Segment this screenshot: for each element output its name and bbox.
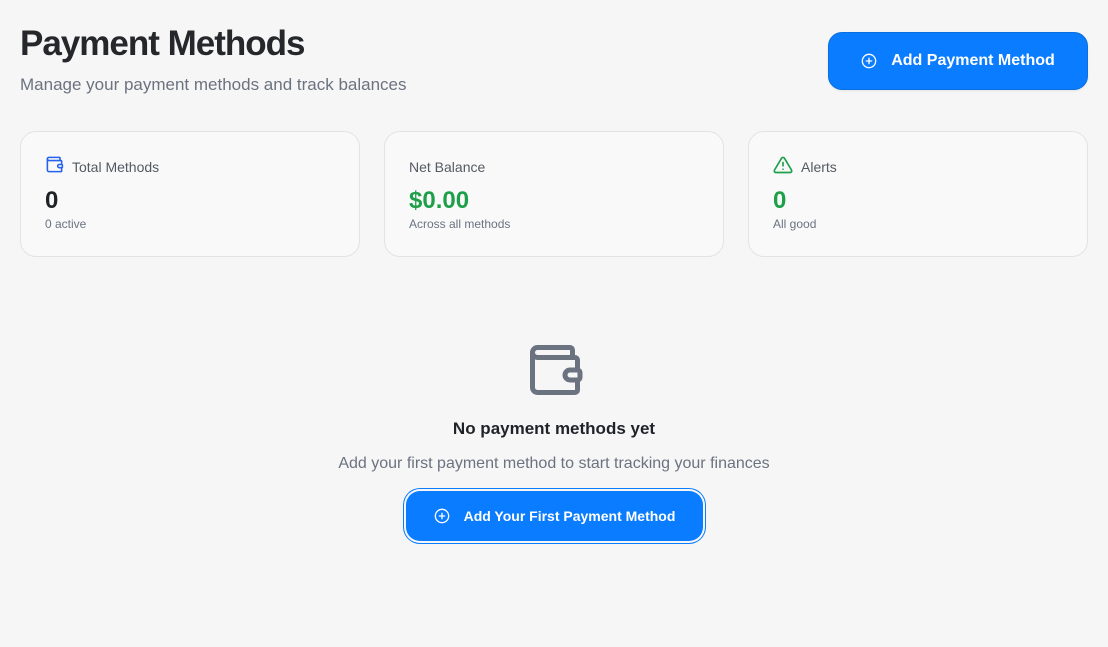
add-payment-method-button[interactable]: Add Payment Method (828, 32, 1088, 90)
wallet-icon (525, 340, 585, 400)
stat-card-total-methods: Total Methods 0 0 active (20, 131, 360, 257)
stat-label: Alerts (801, 159, 837, 175)
alert-triangle-icon (773, 155, 793, 180)
stat-card-alerts: Alerts 0 All good (748, 131, 1088, 257)
add-payment-method-label: Add Payment Method (891, 52, 1055, 69)
page-title: Payment Methods (20, 24, 305, 63)
stat-card-header: Alerts (773, 155, 837, 180)
empty-state-title: No payment methods yet (452, 419, 656, 438)
stat-value: 0 (45, 187, 59, 214)
stat-value: $0.00 (409, 187, 470, 214)
add-first-payment-method-label: Add Your First Payment Method (463, 508, 676, 524)
stat-note: Across all methods (409, 217, 511, 231)
payment-methods-page: Payment Methods Manage your payment meth… (0, 0, 1108, 647)
stat-note: 0 active (45, 217, 87, 231)
plus-circle-icon (434, 508, 450, 524)
stat-card-header: Net Balance (409, 157, 485, 177)
stat-note: All good (773, 217, 817, 231)
empty-state-description: Add your first payment method to start t… (338, 455, 770, 472)
page-subtitle: Manage your payment methods and track ba… (20, 75, 407, 94)
stat-value: 0 (773, 187, 787, 214)
add-first-payment-method-button[interactable]: Add Your First Payment Method (406, 491, 703, 541)
stat-card-header: Total Methods (45, 155, 160, 179)
stat-label: Total Methods (72, 159, 160, 175)
wallet-icon (45, 155, 64, 179)
stat-label: Net Balance (409, 159, 486, 175)
plus-circle-icon (861, 53, 877, 69)
stats-row: Total Methods 0 0 active Net Balance $0.… (20, 131, 1088, 257)
stat-card-net-balance: Net Balance $0.00 Across all methods (384, 131, 724, 257)
